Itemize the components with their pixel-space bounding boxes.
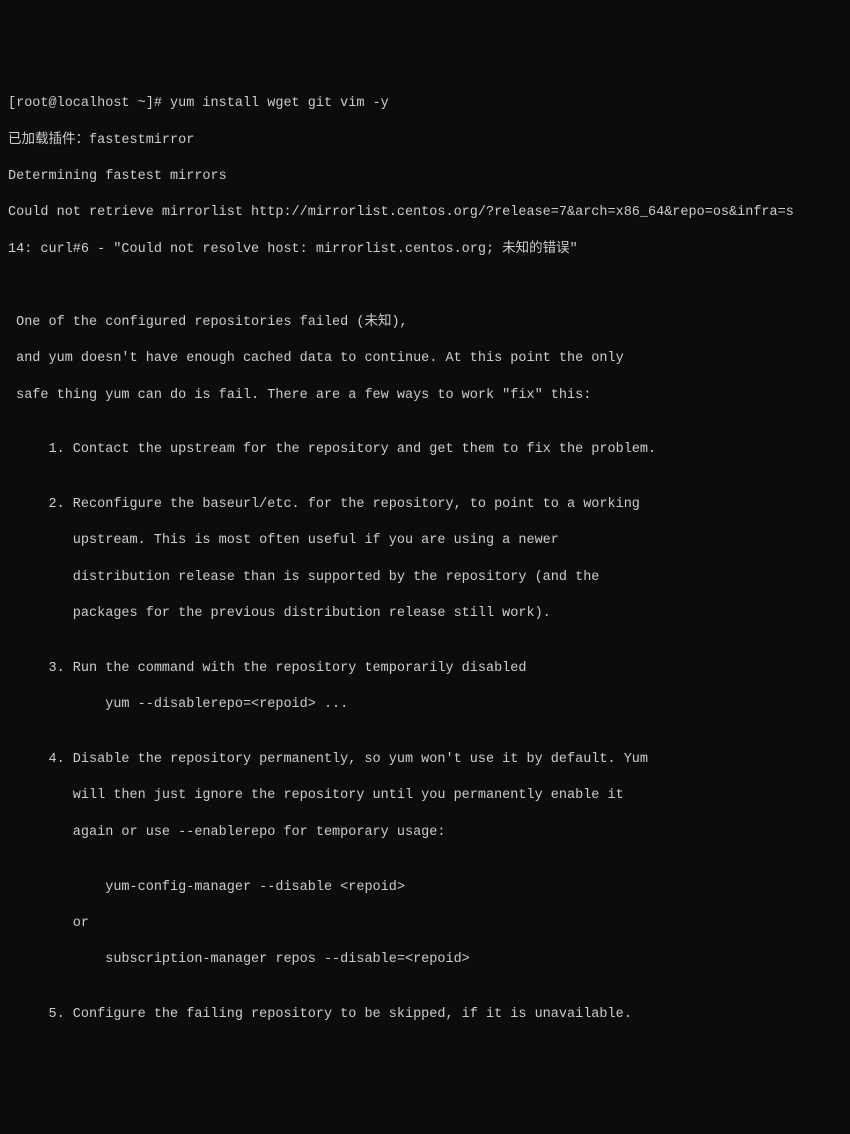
output-line: again or use --enablerepo for temporary … bbox=[8, 824, 842, 842]
output-line: and yum doesn't have enough cached data … bbox=[8, 350, 842, 368]
terminal-output: [root@localhost ~]# yum install wget git… bbox=[8, 77, 842, 1043]
output-line: 2. Reconfigure the baseurl/etc. for the … bbox=[8, 496, 842, 514]
output-line: 3. Run the command with the repository t… bbox=[8, 660, 842, 678]
output-line: Determining fastest mirrors bbox=[8, 168, 842, 186]
shell-prompt: [root@localhost ~]# bbox=[8, 96, 170, 111]
output-line: subscription-manager repos --disable=<re… bbox=[8, 951, 842, 969]
output-line: upstream. This is most often useful if y… bbox=[8, 532, 842, 550]
output-line: yum-config-manager --disable <repoid> bbox=[8, 879, 842, 897]
command-line: [root@localhost ~]# yum install wget git… bbox=[8, 95, 842, 113]
output-line: or bbox=[8, 915, 842, 933]
output-line: 5. Configure the failing repository to b… bbox=[8, 1006, 842, 1024]
output-line: yum --disablerepo=<repoid> ... bbox=[8, 696, 842, 714]
output-line: 已加载插件：fastestmirror bbox=[8, 132, 842, 150]
output-line: packages for the previous distribution r… bbox=[8, 605, 842, 623]
output-line: 14: curl#6 - "Could not resolve host: mi… bbox=[8, 241, 842, 259]
output-line: will then just ignore the repository unt… bbox=[8, 787, 842, 805]
output-line: Could not retrieve mirrorlist http://mir… bbox=[8, 204, 842, 222]
output-line: safe thing yum can do is fail. There are… bbox=[8, 387, 842, 405]
output-line: 4. Disable the repository permanently, s… bbox=[8, 751, 842, 769]
output-line: 1. Contact the upstream for the reposito… bbox=[8, 441, 842, 459]
output-line: distribution release than is supported b… bbox=[8, 569, 842, 587]
output-line: One of the configured repositories faile… bbox=[8, 314, 842, 332]
command-text: yum install wget git vim -y bbox=[170, 96, 389, 111]
